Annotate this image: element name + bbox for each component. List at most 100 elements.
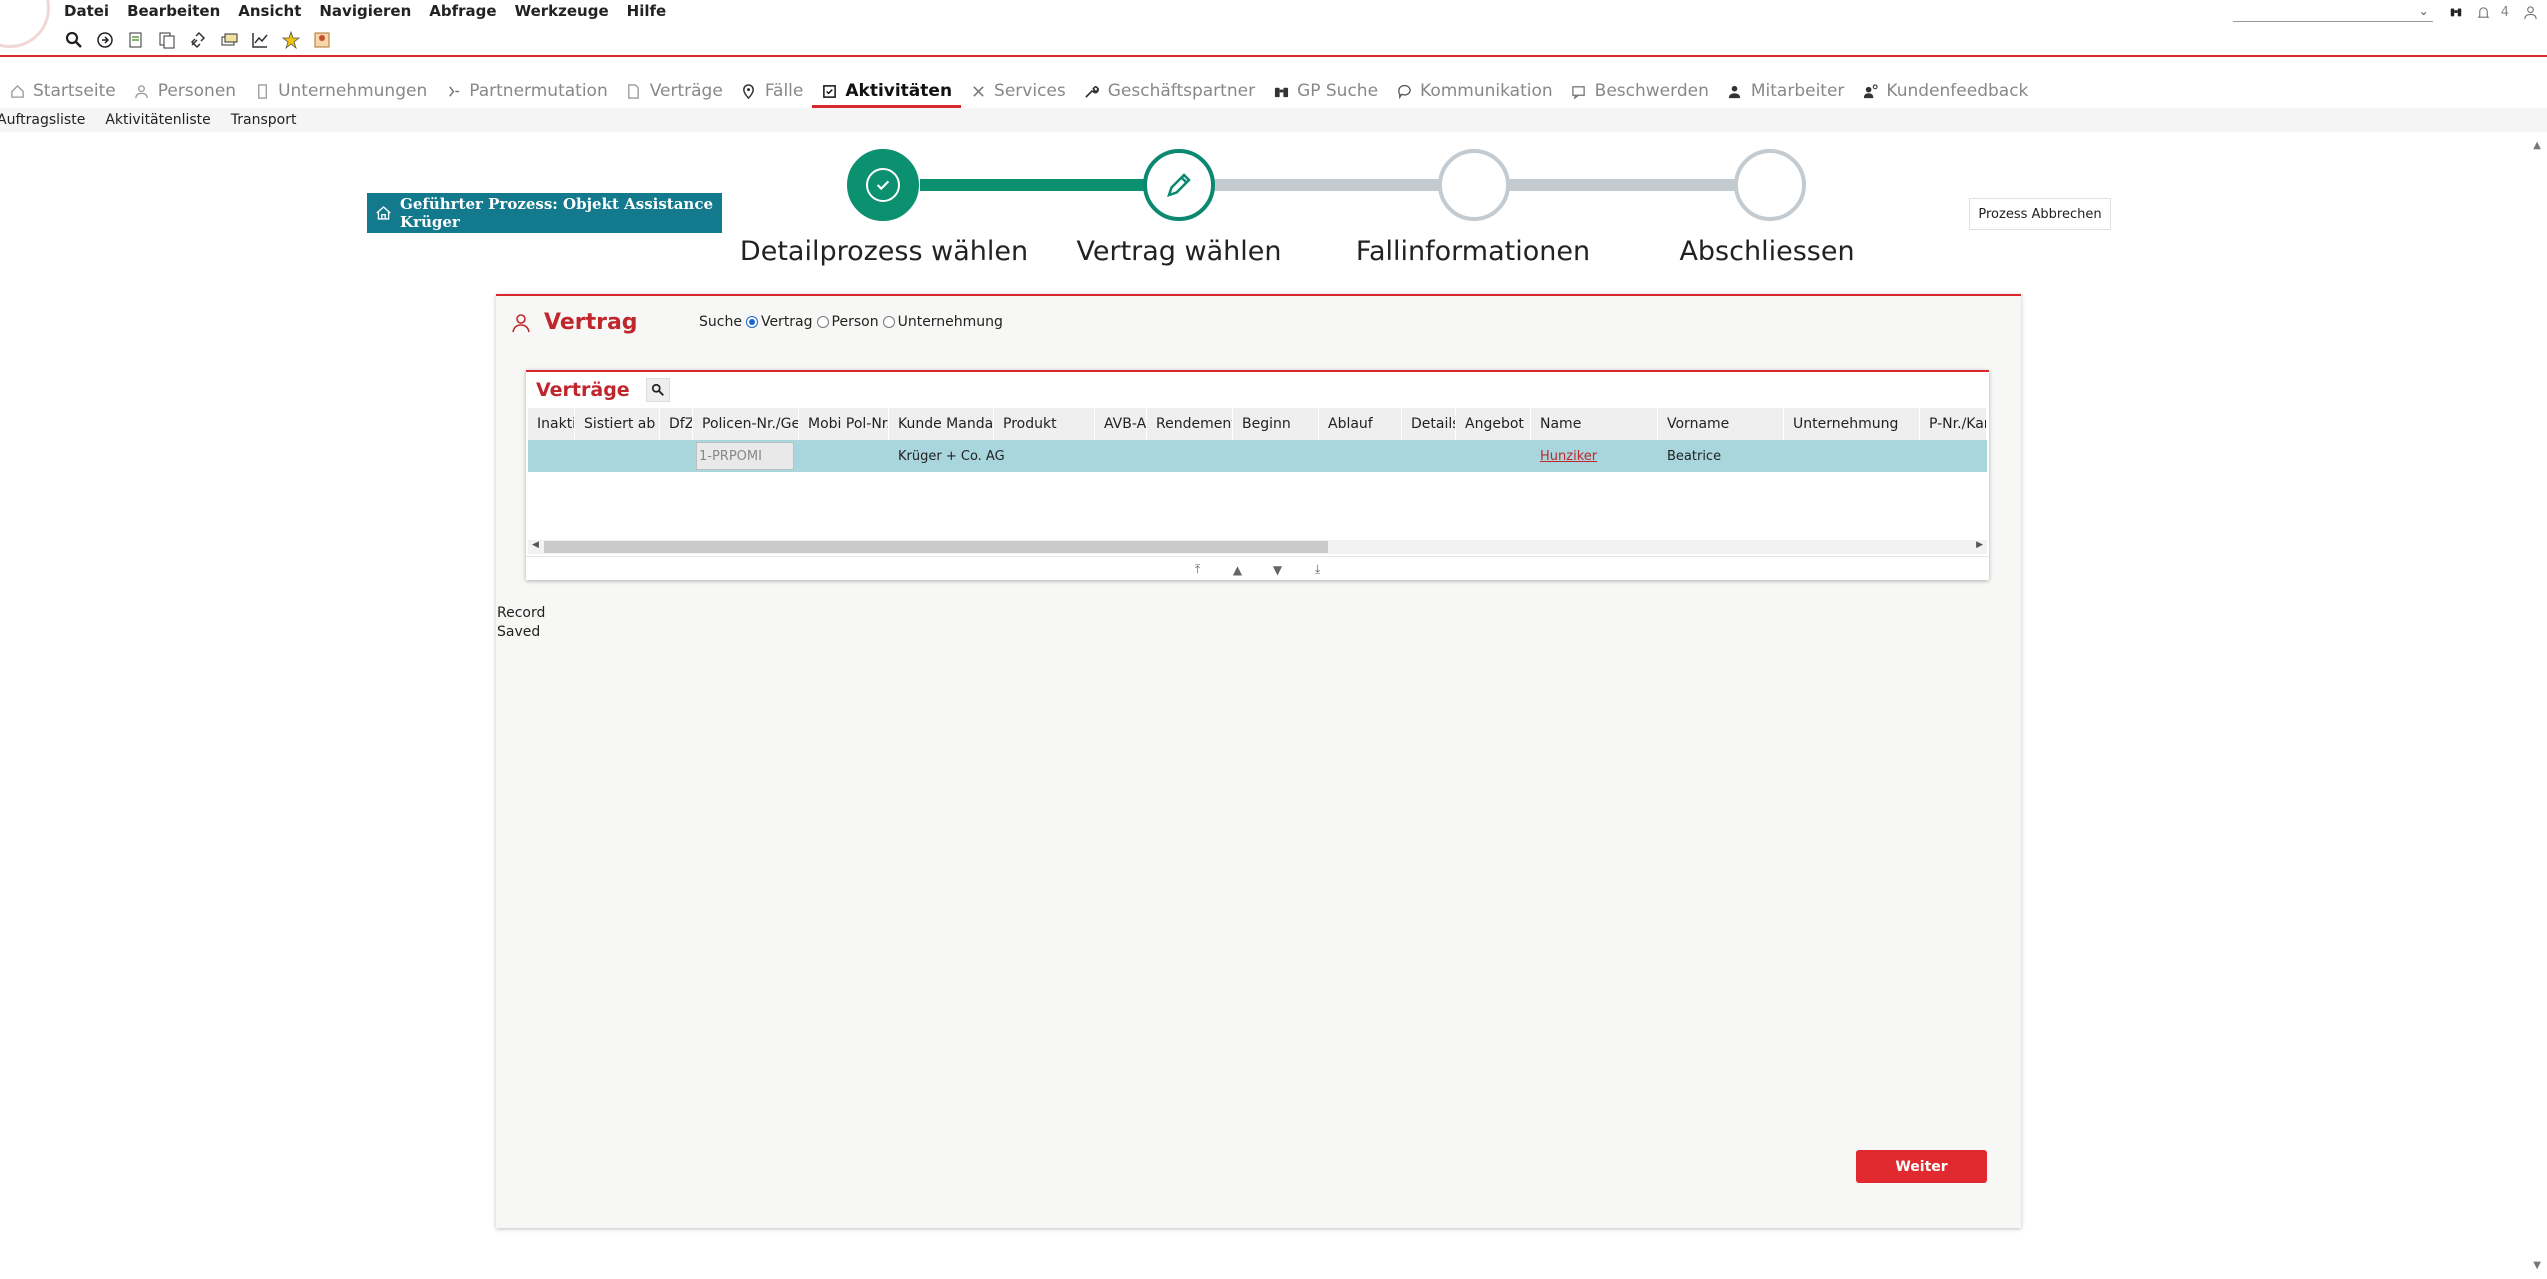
tab-kundenfeedback[interactable]: Kundenfeedback xyxy=(1853,76,2037,106)
tab-startseite[interactable]: Startseite xyxy=(0,76,125,106)
tab-gp-suche[interactable]: GP Suche xyxy=(1264,76,1387,106)
cell-dfz xyxy=(660,440,693,472)
copy-record-icon[interactable] xyxy=(155,28,178,51)
horizontal-scrollbar[interactable]: ◀ ▶ xyxy=(528,540,1987,554)
report-icon[interactable] xyxy=(217,28,240,51)
global-search-select[interactable]: ⌄ xyxy=(2232,2,2433,22)
name-link[interactable]: Hunziker xyxy=(1540,449,1597,464)
favorite-icon[interactable] xyxy=(279,28,302,51)
cell-produkt xyxy=(994,440,1095,472)
chat-icon xyxy=(1396,83,1412,99)
toolbar xyxy=(62,28,333,51)
tab-personen[interactable]: Personen xyxy=(125,76,245,106)
applet-header: Verträge xyxy=(536,378,670,402)
bell-icon[interactable] xyxy=(2473,1,2495,23)
radio-dot[interactable] xyxy=(816,316,829,328)
step-3-circle[interactable] xyxy=(1438,149,1510,221)
tab-label: Personen xyxy=(157,81,237,101)
link-icon[interactable] xyxy=(186,28,209,51)
step-4-circle[interactable] xyxy=(1734,149,1806,221)
col-ablauf[interactable]: Ablauf xyxy=(1319,408,1402,440)
col-rendement[interactable]: Rendement xyxy=(1147,408,1233,440)
radio-unternehmung[interactable]: Unternehmung xyxy=(882,314,1003,330)
tab-label: Unternehmungen xyxy=(278,81,428,101)
radio-vertrag[interactable]: Vertrag xyxy=(745,314,813,330)
tab-kommunikation[interactable]: Kommunikation xyxy=(1387,76,1562,106)
menu-bearbeiten[interactable]: Bearbeiten xyxy=(127,2,220,20)
subnav-auftragsliste[interactable]: Auftragsliste xyxy=(0,112,85,128)
col-inaktiv[interactable]: Inaktiv xyxy=(528,408,575,440)
next-button[interactable]: Weiter xyxy=(1856,1150,1987,1183)
radio-person[interactable]: Person xyxy=(816,314,879,330)
cell-vorname: Beatrice xyxy=(1667,448,1722,464)
col-unternehmung[interactable]: Unternehmung xyxy=(1784,408,1920,440)
binoculars-icon[interactable] xyxy=(2445,1,2467,23)
abort-process-button[interactable]: Prozess Abbrechen xyxy=(1969,198,2111,230)
col-p-nr[interactable]: P-Nr./Kar xyxy=(1920,408,1987,440)
tab-label: Geschäftspartner xyxy=(1107,81,1256,101)
step-1-circle[interactable] xyxy=(847,149,919,221)
menu-ansicht[interactable]: Ansicht xyxy=(238,2,301,20)
col-kunde-mandant[interactable]: Kunde Mandant xyxy=(889,408,994,440)
col-avb[interactable]: AVB-Au xyxy=(1095,408,1147,440)
col-mobi-pol-nr[interactable]: Mobi Pol-Nr./ xyxy=(799,408,889,440)
scroll-down-icon[interactable]: ▼ xyxy=(2533,1260,2541,1271)
menu-navigieren[interactable]: Navigieren xyxy=(319,2,411,20)
radio-label: Unternehmung xyxy=(897,314,1003,330)
tab-mitarbeiter[interactable]: Mitarbeiter xyxy=(1718,76,1854,106)
tab-aktivitaeten[interactable]: Aktivitäten xyxy=(812,76,961,108)
col-vorname[interactable]: Vorname xyxy=(1658,408,1784,440)
cell-rendement xyxy=(1147,440,1233,472)
menu-hilfe[interactable]: Hilfe xyxy=(627,2,667,20)
page-scrollbar[interactable]: ▲ ▼ xyxy=(2527,132,2547,1279)
radio-dot[interactable] xyxy=(745,316,758,328)
query-button[interactable] xyxy=(645,378,670,402)
scroll-left-icon[interactable]: ◀ xyxy=(532,540,539,550)
last-record-icon[interactable]: ⤓ xyxy=(1310,562,1326,577)
user-group-icon[interactable] xyxy=(310,28,333,51)
forward-icon[interactable] xyxy=(93,28,116,51)
police-number-field[interactable]: 1-PRPOMI xyxy=(696,442,794,470)
search-icon[interactable] xyxy=(62,28,85,51)
scrollbar-thumb[interactable] xyxy=(544,541,1328,553)
tab-vertraege[interactable]: Verträge xyxy=(617,76,732,106)
previous-record-icon[interactable]: ▲ xyxy=(1230,563,1246,577)
radio-label: Person xyxy=(831,314,879,330)
tab-label: Services xyxy=(994,81,1066,101)
first-record-icon[interactable]: ⤒ xyxy=(1190,562,1206,577)
menu-werkzeuge[interactable]: Werkzeuge xyxy=(515,2,609,20)
col-sistiert-ab[interactable]: Sistiert ab xyxy=(575,408,660,440)
tab-faelle[interactable]: Fälle xyxy=(732,76,813,106)
step-2-circle[interactable] xyxy=(1143,149,1215,221)
tab-geschaeftspartner[interactable]: Geschäftspartner xyxy=(1075,76,1264,106)
wrench-icon xyxy=(1084,83,1100,99)
radio-dot[interactable] xyxy=(882,316,895,328)
next-record-icon[interactable]: ▼ xyxy=(1270,563,1286,577)
home-icon xyxy=(9,83,25,99)
top-bar: Datei Bearbeiten Ansicht Navigieren Abfr… xyxy=(0,0,2547,57)
tab-partnermutation[interactable]: Partnermutation xyxy=(436,76,616,106)
subnav-transport[interactable]: Transport xyxy=(231,112,297,128)
scroll-right-icon[interactable]: ▶ xyxy=(1976,540,1983,550)
check-icon xyxy=(866,168,900,202)
col-details[interactable]: Details xyxy=(1402,408,1456,440)
subnav-aktivitaetenliste[interactable]: Aktivitätenliste xyxy=(105,112,210,128)
menu-abfrage[interactable]: Abfrage xyxy=(429,2,496,20)
col-policen-nr[interactable]: Policen-Nr./Gesch xyxy=(693,408,799,440)
col-dfz[interactable]: DfZ xyxy=(660,408,693,440)
tab-unternehmungen[interactable]: Unternehmungen xyxy=(245,76,436,106)
tab-beschwerden[interactable]: Beschwerden xyxy=(1562,76,1718,106)
col-produkt[interactable]: Produkt xyxy=(994,408,1095,440)
building-icon xyxy=(254,83,270,99)
user-profile-icon[interactable] xyxy=(2519,1,2541,23)
col-beginn[interactable]: Beginn xyxy=(1233,408,1319,440)
tab-services[interactable]: Services xyxy=(961,76,1075,106)
col-name[interactable]: Name xyxy=(1531,408,1658,440)
scroll-up-icon[interactable]: ▲ xyxy=(2533,140,2541,151)
chart-icon[interactable] xyxy=(248,28,271,51)
col-angebot[interactable]: Angebot xyxy=(1456,408,1531,440)
menu-bar: Datei Bearbeiten Ansicht Navigieren Abfr… xyxy=(64,2,684,20)
menu-datei[interactable]: Datei xyxy=(64,2,109,20)
table-row[interactable]: 1-PRPOMI Krüger + Co. AG Hunziker Beatri… xyxy=(528,440,1987,472)
new-record-icon[interactable] xyxy=(124,28,147,51)
